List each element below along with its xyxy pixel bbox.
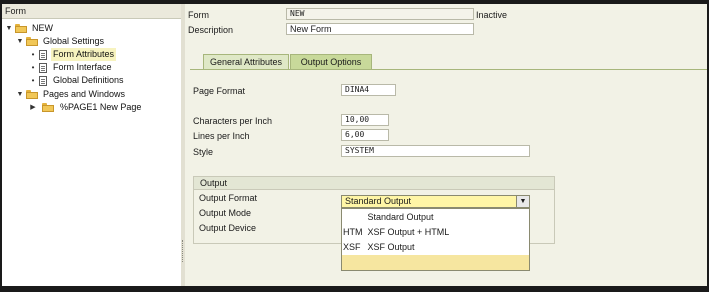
form-builder-window: Form ▼ NEW ▼ Global Settings • Form Attr… bbox=[2, 4, 707, 286]
expand-triangle-icon[interactable]: ▼ bbox=[5, 22, 13, 35]
document-icon bbox=[39, 49, 47, 60]
output-device-label: Output Device bbox=[199, 223, 257, 233]
panel-splitter[interactable] bbox=[181, 4, 185, 286]
option-key: XSF bbox=[343, 242, 361, 252]
cpi-label: Characters per Inch bbox=[193, 116, 273, 126]
tree-node-label: Global Settings bbox=[43, 36, 105, 46]
tab-output-options[interactable]: Output Options bbox=[290, 54, 372, 70]
lpi-label: Lines per Inch bbox=[193, 131, 250, 141]
tree-header: Form bbox=[2, 4, 181, 19]
document-icon bbox=[39, 62, 47, 73]
form-name-field: NEW bbox=[286, 8, 474, 20]
tree-node-pages-and-windows[interactable]: ▼ Pages and Windows bbox=[16, 88, 127, 101]
splitter-grip-icon[interactable] bbox=[182, 240, 185, 262]
tree-node-label: Global Definitions bbox=[53, 75, 124, 85]
dropdown-option-htm[interactable]: HTM XSF Output + HTML bbox=[342, 225, 529, 239]
option-label: XSF Output bbox=[367, 242, 415, 252]
tree-node-global-definitions[interactable]: • Global Definitions bbox=[29, 74, 126, 87]
page-format-field[interactable]: DINA4 bbox=[341, 84, 396, 96]
tree-node-form-interface[interactable]: • Form Interface bbox=[29, 61, 114, 74]
lpi-field[interactable]: 6,00 bbox=[341, 129, 389, 141]
tree-node-form-attributes[interactable]: • Form Attributes bbox=[29, 48, 117, 61]
cpi-field[interactable]: 10,00 bbox=[341, 114, 389, 126]
style-field[interactable]: SYSTEM bbox=[341, 145, 530, 157]
tree-node-page1[interactable]: ▶ %PAGE1 New Page bbox=[29, 101, 143, 114]
tab-general-attributes[interactable]: General Attributes bbox=[203, 54, 289, 70]
output-group-title: Output bbox=[194, 177, 554, 190]
folder-icon bbox=[42, 103, 54, 112]
output-format-label: Output Format bbox=[199, 193, 258, 203]
tree-node-label: Pages and Windows bbox=[43, 89, 126, 99]
tree-node-new[interactable]: ▼ NEW bbox=[5, 22, 55, 35]
tree-node-label: Form Attributes bbox=[51, 48, 117, 61]
style-label: Style bbox=[193, 147, 214, 157]
folder-icon bbox=[15, 24, 27, 33]
chevron-down-icon[interactable]: ▼ bbox=[516, 196, 529, 207]
bullet-icon: • bbox=[31, 50, 35, 59]
description-field[interactable]: New Form bbox=[286, 23, 474, 35]
tree-node-label: NEW bbox=[32, 23, 53, 33]
description-label: Description bbox=[188, 25, 234, 35]
collapse-triangle-icon[interactable]: ▶ bbox=[29, 101, 37, 114]
output-mode-label: Output Mode bbox=[199, 208, 252, 218]
tree-node-global-settings[interactable]: ▼ Global Settings bbox=[16, 35, 106, 48]
bullet-icon: • bbox=[31, 63, 35, 72]
bullet-icon: • bbox=[31, 76, 35, 85]
document-icon bbox=[39, 75, 47, 86]
expand-triangle-icon[interactable]: ▼ bbox=[16, 35, 24, 48]
dropdown-option-xsf[interactable]: XSF XSF Output bbox=[342, 240, 529, 254]
option-key: HTM bbox=[343, 227, 363, 237]
status-text: Inactive bbox=[476, 10, 508, 20]
dropdown-option-standard[interactable]: Standard Output bbox=[342, 210, 529, 224]
output-format-value: Standard Output bbox=[345, 196, 412, 206]
output-format-select[interactable]: Standard Output ▼ bbox=[341, 195, 530, 208]
tree-node-label: Form Interface bbox=[53, 62, 112, 72]
form-label: Form bbox=[188, 10, 209, 20]
tree-panel: Form ▼ NEW ▼ Global Settings • Form Attr… bbox=[2, 4, 182, 286]
output-format-dropdown: Standard Output HTM XSF Output + HTML XS… bbox=[341, 208, 530, 271]
dropdown-highlight-row[interactable] bbox=[342, 255, 529, 270]
folder-icon bbox=[26, 37, 38, 46]
page-format-label: Page Format bbox=[193, 86, 246, 96]
folder-icon bbox=[26, 90, 38, 99]
option-label: XSF Output + HTML bbox=[367, 227, 450, 237]
option-label: Standard Output bbox=[367, 212, 434, 222]
expand-triangle-icon[interactable]: ▼ bbox=[16, 88, 24, 101]
tree-node-label: %PAGE1 New Page bbox=[60, 102, 142, 112]
